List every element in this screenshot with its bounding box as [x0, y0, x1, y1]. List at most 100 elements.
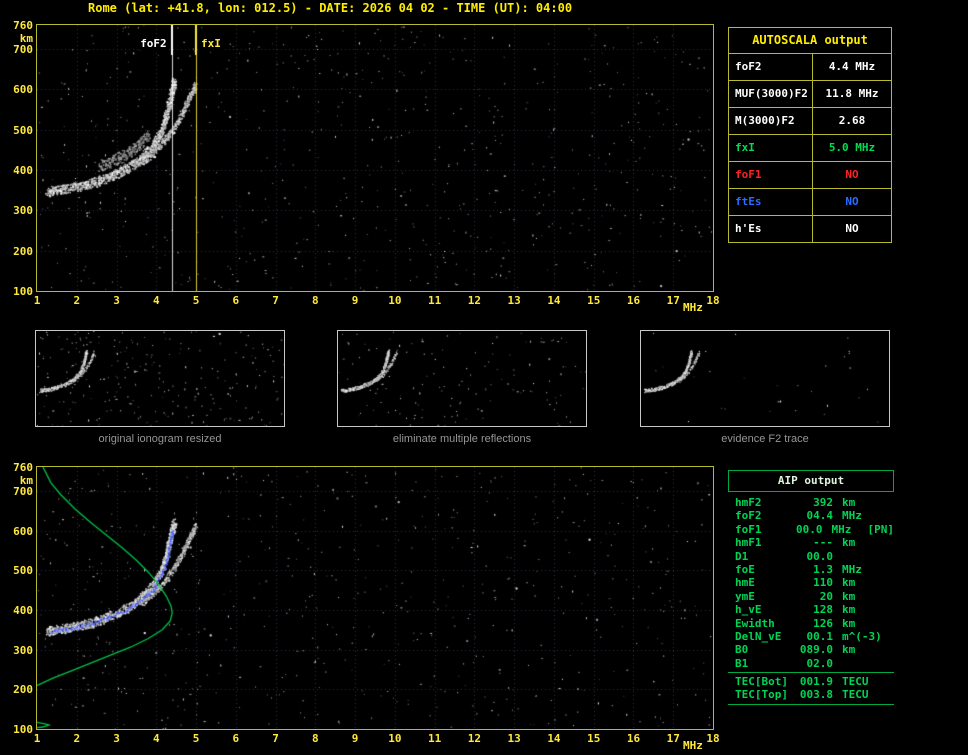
ionogram-plot-main: foF2 fxI — [36, 24, 714, 292]
x-tick-label: 6 — [232, 294, 240, 307]
table-row-M3000F2: M(3000)F2 2.68 — [729, 108, 891, 135]
x-tick-label: 11 — [428, 732, 442, 745]
y-tick-label: 400 — [13, 603, 33, 617]
x-tick-label: 14 — [547, 294, 561, 307]
y-tick-label: 200 — [13, 683, 33, 697]
x-tick-label: 16 — [626, 732, 641, 745]
aip-param-name: foF2 — [735, 509, 762, 523]
aip-param-note: [PN] — [867, 522, 895, 536]
x-tick-label: 10 — [388, 294, 402, 307]
aip-param-name: D1 — [735, 549, 749, 563]
aip-param-name: TEC[Bot] — [735, 675, 788, 689]
thumbnail-original-ionogram — [35, 330, 285, 427]
aip-param-unit: km — [842, 496, 856, 509]
table-row-fxI: fxI 5.0 MHz — [729, 135, 891, 162]
y-tick-label: 100 — [13, 285, 33, 298]
thumbnail-caption-reflections: eliminate multiple reflections — [392, 433, 532, 445]
param-label: foF2 — [729, 54, 813, 80]
thumbnail-f2-trace — [640, 330, 890, 427]
x-tick-label: 17 — [666, 732, 680, 745]
table-row-foF1: foF1 NO — [729, 162, 891, 189]
aip-param-name: hmF2 — [735, 496, 762, 509]
aip-param-value: 089.0 — [799, 643, 833, 657]
page-title: Rome (lat: +41.8, lon: 012.5) - DATE: 20… — [88, 1, 573, 15]
fxI-marker-label: fxI — [200, 37, 222, 50]
aip-row: D1 00.0 — [728, 550, 894, 563]
aip-param-name: DelN_vE — [735, 629, 782, 643]
thumbnail-caption-original: original ionogram resized — [98, 433, 222, 445]
aip-row: DelN_vE 00.1 m^(-3) — [728, 630, 894, 643]
table-row-ftEs: ftEs NO — [729, 189, 891, 216]
aip-row: hmF1 --- km — [728, 536, 894, 549]
aip-param-name: foF1 — [735, 522, 762, 536]
aip-param-value: 126 — [813, 616, 833, 630]
x-tick-label: 18 — [706, 294, 720, 307]
param-label: MUF(3000)F2 — [729, 81, 813, 107]
thumbnail-canvas — [641, 331, 889, 426]
aip-row: foE 1.3 MHz — [728, 563, 894, 576]
x-axis-unit-label: MHz — [683, 301, 703, 314]
thumbnail-caption-f2-trace: evidence F2 trace — [721, 433, 809, 445]
x-tick-label: 7 — [272, 732, 279, 745]
param-value: 4.4 MHz — [828, 60, 876, 73]
y-tick-label: 300 — [13, 204, 33, 218]
y-tick-label: 500 — [13, 564, 33, 578]
x-tick-label: 4 — [152, 294, 160, 307]
aip-row: hmF2 392 km — [728, 496, 894, 509]
table-row-foF2: foF2 4.4 MHz — [729, 54, 891, 81]
aip-param-value: 00.0 — [806, 549, 834, 563]
x-tick-label: 10 — [388, 732, 402, 745]
aip-param-unit: km — [842, 536, 856, 550]
x-tick-label: 8 — [312, 294, 319, 307]
aip-param-name: foE — [735, 562, 755, 576]
aip-row: B1 02.0 — [728, 657, 894, 670]
aip-param-unit: MHz — [842, 562, 862, 576]
x-tick-label: 13 — [507, 732, 521, 745]
aip-row: TEC[Top] 003.8 TECU — [728, 688, 894, 701]
y-tick-label: 100 — [13, 723, 33, 736]
aip-param-unit: km — [842, 603, 856, 617]
param-value: 5.0 MHz — [828, 141, 876, 154]
aip-row: ymE 20 km — [728, 590, 894, 603]
x-tick-label: 9 — [351, 294, 359, 307]
param-label: foF1 — [729, 162, 813, 188]
aip-row: foF1 00.0 MHz [PN] — [728, 523, 894, 536]
foF2-marker-label: foF2 — [139, 37, 168, 50]
y-tick-label: 600 — [13, 83, 33, 97]
aip-param-value: 128 — [813, 603, 833, 617]
thumbnail-multiple-reflections — [337, 330, 587, 427]
aip-row: h_vE 128 km — [728, 603, 894, 616]
y-tick-label: 600 — [13, 524, 33, 538]
aip-param-unit: km — [842, 589, 856, 603]
x-tick-label: 6 — [232, 732, 240, 745]
profile-canvas — [37, 467, 713, 729]
aip-param-value: --- — [813, 536, 833, 550]
x-tick-label: 5 — [192, 294, 200, 307]
aip-tec-section: TEC[Bot] 001.9 TECU TEC[Top] 003.8 TECU — [728, 672, 894, 705]
y-tick-label: 700 — [13, 484, 33, 498]
ionogram-canvas — [37, 25, 713, 291]
x-tick-label: 15 — [587, 732, 601, 745]
thumbnail-canvas — [36, 331, 284, 426]
x-tick-label: 14 — [547, 732, 561, 745]
param-value: 11.8 MHz — [825, 87, 879, 100]
y-tick-label: 760 — [13, 19, 33, 32]
x-tick-label: 2 — [73, 732, 81, 745]
param-label: fxI — [729, 135, 813, 161]
aip-param-value: 00.0 — [796, 522, 823, 536]
aip-table-body: hmF2 392 km foF2 04.4 MHz foF1 00.0 MHz [PN] hmF1-… — [728, 492, 894, 672]
aip-output-panel: AIP output hmF2 392 km foF2 04.4 MHz foF1 00.0 M… — [728, 470, 894, 705]
y-tick-label: 500 — [13, 123, 33, 137]
aip-param-unit: km — [842, 616, 856, 630]
aip-row: B0 089.0 km — [728, 643, 894, 656]
y-axis-unit-label: km — [19, 32, 33, 45]
aip-param-name: TEC[Top] — [735, 688, 788, 702]
table-row-MUF3000F2: MUF(3000)F2 11.8 MHz — [729, 81, 891, 108]
aip-param-value: 003.8 — [799, 688, 833, 702]
param-label: h'Es — [729, 216, 813, 242]
x-tick-label: 18 — [706, 732, 720, 745]
x-tick-label: 9 — [351, 732, 359, 745]
aip-param-unit — [842, 657, 880, 670]
y-axis-unit-label: km — [19, 474, 33, 487]
aip-table-title: AIP output — [728, 470, 894, 492]
